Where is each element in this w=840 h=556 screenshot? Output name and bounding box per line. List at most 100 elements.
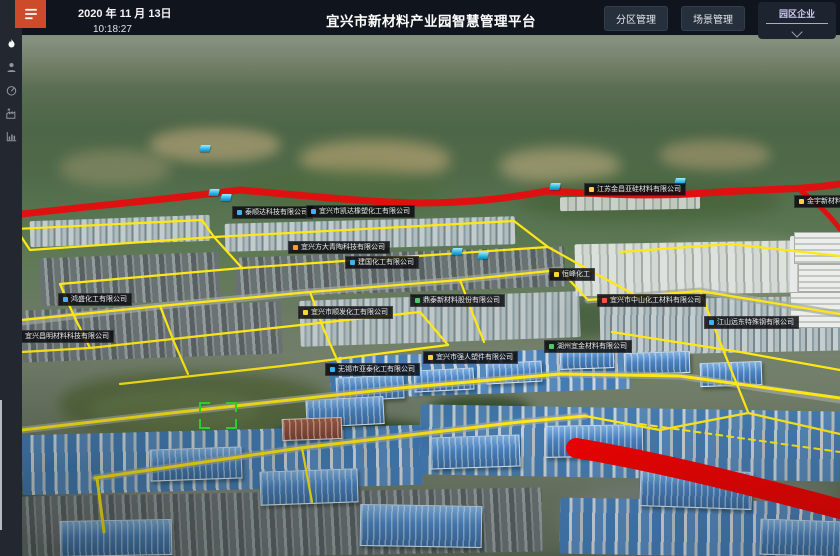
sidebar-edge-highlight xyxy=(0,400,2,530)
yellow-road xyxy=(460,280,484,342)
company-label[interactable]: 宜兴市顺发化工有限公司 xyxy=(298,306,393,319)
chevron-down-icon xyxy=(791,26,802,37)
sidebar-item-bar-chart[interactable] xyxy=(0,126,22,146)
red-pipeline-road xyxy=(22,184,840,214)
company-label-text: 宜兴昌明材料科技有限公司 xyxy=(25,333,109,340)
company-label-text: 鼎泰新材料股份有限公司 xyxy=(423,297,500,304)
current-date: 2020 年 11 月 13日 xyxy=(78,5,172,21)
highlight-marker-icon[interactable] xyxy=(220,194,232,201)
sidebar xyxy=(0,0,22,556)
yellow-road xyxy=(514,221,548,247)
company-label[interactable]: 宜兴方大青陶科技有限公司 xyxy=(288,241,390,254)
yellow-road xyxy=(22,220,214,250)
company-marker-icon xyxy=(799,199,804,204)
company-marker-icon xyxy=(602,298,607,303)
company-label[interactable]: 江山远东特殊钢有限公司 xyxy=(704,316,799,329)
menu-button[interactable] xyxy=(15,0,46,28)
company-marker-icon xyxy=(237,210,242,215)
header-actions: 分区管理场景管理 园区企业 xyxy=(604,0,840,39)
yellow-road xyxy=(60,268,242,284)
company-label[interactable]: 鼎泰新材料股份有限公司 xyxy=(410,294,505,307)
dropdown-label: 园区企业 xyxy=(779,6,815,23)
current-time: 10:18:27 xyxy=(93,24,172,35)
fire-icon xyxy=(5,38,18,51)
sidebar-item-person[interactable] xyxy=(0,57,22,77)
datetime-block: 2020 年 11 月 13日 10:18:27 xyxy=(78,0,172,35)
company-label-text: 鸿盛化工有限公司 xyxy=(71,296,127,303)
highlight-marker-icon[interactable] xyxy=(199,145,211,152)
company-marker-icon xyxy=(549,344,554,349)
company-label[interactable]: 泰顺达科技有限公司 xyxy=(232,206,313,219)
company-label[interactable]: 宜兴市凯达橡塑化工有限公司 xyxy=(306,205,415,218)
map-3d-view[interactable]: 泰顺达科技有限公司 宜兴市凯达橡塑化工有限公司宜兴方大青陶科技有限公司建国化工有限… xyxy=(22,35,840,556)
company-marker-icon xyxy=(330,367,335,372)
gauge-icon xyxy=(5,84,18,97)
company-label[interactable]: 建国化工有限公司 xyxy=(345,256,419,269)
company-label-text: 宜兴方大青陶科技有限公司 xyxy=(301,244,385,251)
factory-icon xyxy=(5,107,18,120)
company-marker-icon xyxy=(709,320,714,325)
company-label-text: 江山远东特殊钢有限公司 xyxy=(717,319,794,326)
company-label-text: 宜兴市强人塑件有限公司 xyxy=(436,354,513,361)
bracket-corner xyxy=(199,419,210,429)
dropdown-underline xyxy=(766,23,828,24)
company-label-text: 泰顺达科技有限公司 xyxy=(245,209,308,216)
company-label[interactable]: 恒峰化工 xyxy=(549,268,595,281)
company-label-text: 金宇新材料有限公司 xyxy=(807,198,840,205)
highlight-marker-icon[interactable] xyxy=(477,252,489,259)
yellow-road xyxy=(612,332,840,370)
highlight-marker-icon[interactable] xyxy=(451,248,463,255)
company-marker-icon xyxy=(63,297,68,302)
company-label-text: 宜兴市凯达橡塑化工有限公司 xyxy=(319,208,410,215)
company-label-text: 无锡市亚泰化工有限公司 xyxy=(338,366,415,373)
hamburger-icon xyxy=(24,8,38,20)
sidebar-item-factory[interactable] xyxy=(0,103,22,123)
sidebar-item-fire[interactable] xyxy=(0,34,22,54)
company-label[interactable]: 宜兴市强人塑件有限公司 xyxy=(423,351,518,364)
company-label[interactable]: 鸿盛化工有限公司 xyxy=(58,293,132,306)
scene-manage-button[interactable]: 场景管理 xyxy=(681,6,745,31)
yellow-road xyxy=(748,413,840,434)
smart-park-platform: 2020 年 11 月 13日 10:18:27 宜兴市新材料产业园智慧管理平台… xyxy=(0,0,840,556)
highlight-marker-icon[interactable] xyxy=(208,189,220,196)
company-marker-icon xyxy=(415,298,420,303)
page-title: 宜兴市新材料产业园智慧管理平台 xyxy=(326,10,536,30)
yellow-road xyxy=(302,448,312,502)
person-icon xyxy=(5,61,18,74)
company-marker-icon xyxy=(428,355,433,360)
company-label[interactable]: 湖州宜金材料有限公司 xyxy=(544,340,632,353)
bracket-corner xyxy=(226,419,237,429)
company-marker-icon xyxy=(311,209,316,214)
yellow-road xyxy=(214,237,242,268)
company-marker-icon xyxy=(303,310,308,315)
yellow-road xyxy=(310,292,338,362)
yellow-road xyxy=(214,221,514,237)
header-buttons: 分区管理场景管理 xyxy=(604,6,745,31)
company-marker-icon xyxy=(350,260,355,265)
yellow-road xyxy=(97,478,104,532)
bracket-corner xyxy=(226,402,237,412)
company-label[interactable]: 金宇新材料有限公司 xyxy=(794,195,840,208)
company-label[interactable]: 宜兴昌明材料科技有限公司 xyxy=(22,330,114,343)
partition-manage-button[interactable]: 分区管理 xyxy=(604,6,668,31)
sidebar-nav xyxy=(0,34,22,146)
company-label[interactable]: 无锡市亚泰化工有限公司 xyxy=(325,363,420,376)
company-label-text: 宜兴市中山化工材料有限公司 xyxy=(610,297,701,304)
company-marker-icon xyxy=(554,272,559,277)
company-label-text: 建国化工有限公司 xyxy=(358,259,414,266)
company-label-text: 江苏金昌亚硅材料有限公司 xyxy=(597,186,681,193)
sidebar-item-gauge[interactable] xyxy=(0,80,22,100)
company-label-text: 宜兴市顺发化工有限公司 xyxy=(311,309,388,316)
company-label[interactable]: 江苏金昌亚硅材料有限公司 xyxy=(584,183,686,196)
company-label-text: 湖州宜金材料有限公司 xyxy=(557,343,627,350)
company-label[interactable]: 宜兴市中山化工材料有限公司 xyxy=(597,294,706,307)
company-label-text: 恒峰化工 xyxy=(562,271,590,278)
red-highway xyxy=(576,448,840,509)
bracket-corner xyxy=(199,402,210,412)
header: 2020 年 11 月 13日 10:18:27 宜兴市新材料产业园智慧管理平台… xyxy=(22,0,840,35)
bar-chart-icon xyxy=(5,130,18,143)
highlight-marker-icon[interactable] xyxy=(549,183,561,190)
company-marker-icon xyxy=(589,187,594,192)
park-enterprise-dropdown[interactable]: 园区企业 xyxy=(758,2,836,39)
selection-bracket xyxy=(199,402,237,429)
